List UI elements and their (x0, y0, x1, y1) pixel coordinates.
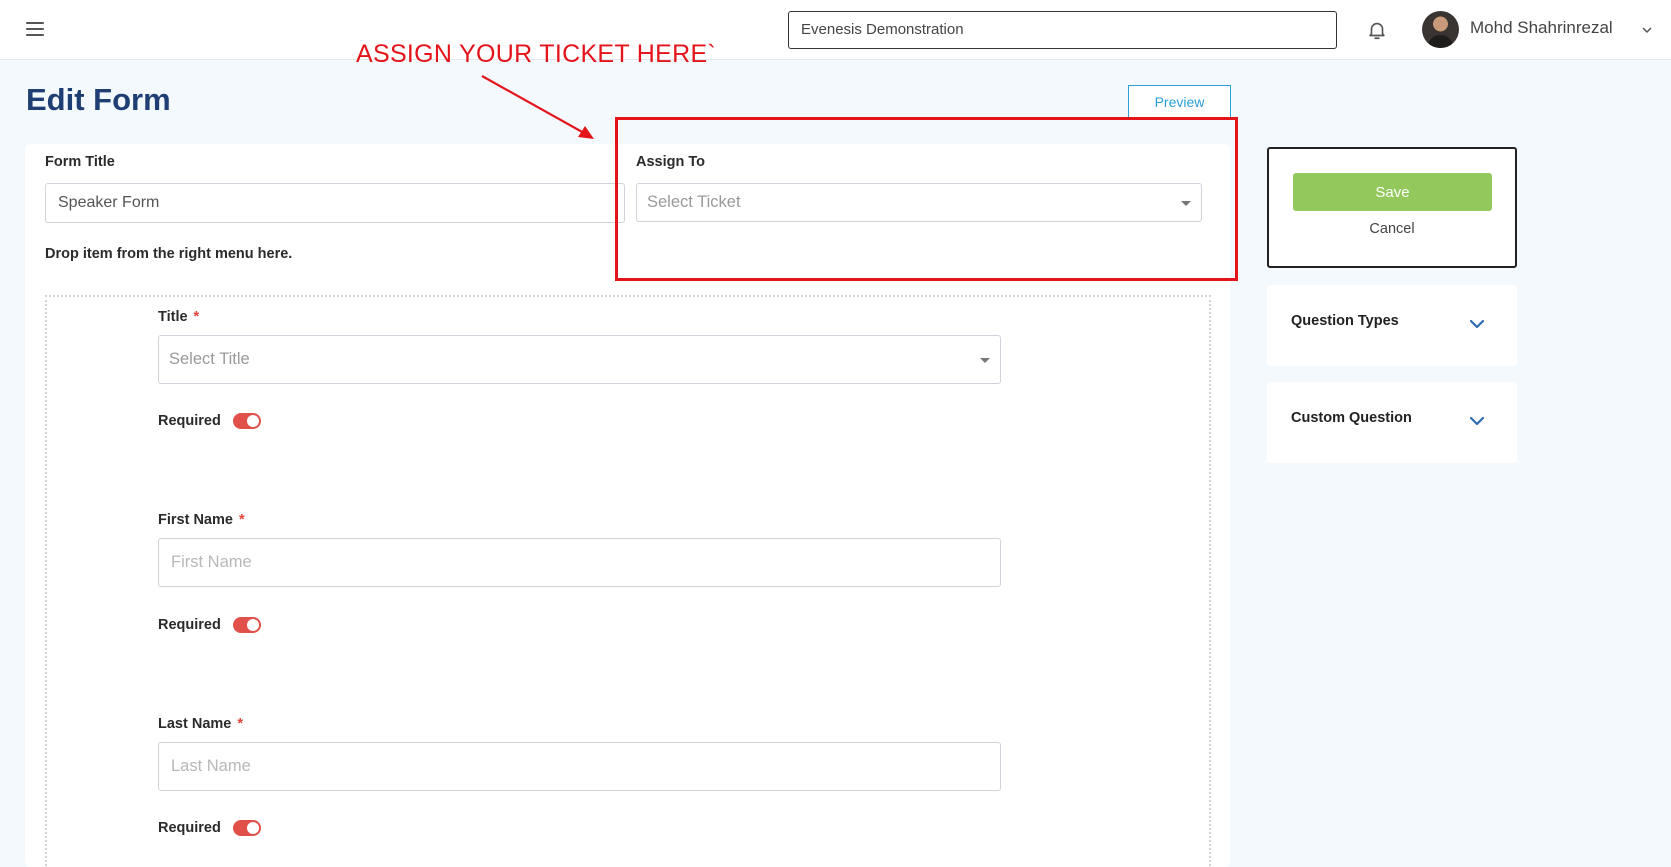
save-button[interactable]: Save (1293, 173, 1492, 211)
cancel-button[interactable]: Cancel (1269, 221, 1515, 237)
field-label-text: Last Name (158, 716, 232, 732)
organization-selector[interactable]: Evenesis Demonstration (788, 11, 1337, 49)
field-label-last-name: Last Name * (158, 716, 243, 732)
required-toggle[interactable] (232, 413, 261, 429)
form-title-input[interactable]: Speaker Form (45, 183, 625, 223)
field-label-text: First Name (158, 512, 233, 528)
avatar[interactable] (1422, 11, 1459, 48)
form-title-label: Form Title (45, 154, 115, 170)
annotation-arrow-icon (481, 75, 594, 139)
hamburger-menu-icon[interactable] (26, 22, 44, 36)
first-name-input[interactable]: First Name (158, 538, 1001, 587)
field-label-text: Title (158, 309, 188, 325)
drop-hint: Drop item from the right menu here. (45, 246, 293, 262)
bell-icon[interactable] (1366, 19, 1388, 41)
field-label-first-name: First Name * (158, 512, 245, 528)
required-row-last-name: Required (158, 820, 261, 836)
top-bar: Evenesis Demonstration Mohd Shahrinrezal (0, 0, 1671, 60)
user-name[interactable]: Mohd Shahrinrezal (1470, 18, 1613, 38)
required-label: Required (158, 820, 221, 836)
accordion-title: Question Types (1291, 313, 1399, 329)
accordion-question-types[interactable]: Question Types (1267, 285, 1517, 366)
required-row-first-name: Required (158, 617, 261, 633)
last-name-input[interactable]: Last Name (158, 742, 1001, 791)
field-label-title: Title * (158, 309, 199, 325)
title-select-placeholder: Select Title (169, 350, 250, 368)
chevron-down-icon[interactable] (1641, 24, 1653, 36)
chevron-down-icon[interactable] (1469, 318, 1485, 330)
required-toggle[interactable] (232, 617, 261, 633)
annotation-highlight-box (615, 117, 1238, 281)
chevron-down-icon[interactable] (1469, 415, 1485, 427)
action-card: Save Cancel (1267, 147, 1517, 268)
annotation-text: ASSIGN YOUR TICKET HERE` (356, 40, 717, 68)
required-label: Required (158, 413, 221, 429)
required-toggle[interactable] (232, 820, 261, 836)
required-label: Required (158, 617, 221, 633)
page-title: Edit Form (26, 82, 171, 117)
accordion-custom-question[interactable]: Custom Question (1267, 382, 1517, 463)
caret-down-icon (980, 357, 990, 363)
accordion-title: Custom Question (1291, 410, 1412, 426)
preview-button[interactable]: Preview (1128, 85, 1231, 119)
required-asterisk: * (237, 716, 243, 732)
required-row-title: Required (158, 413, 261, 429)
title-select[interactable]: Select Title (158, 335, 1001, 384)
required-asterisk: * (193, 309, 200, 325)
required-asterisk: * (238, 512, 245, 528)
